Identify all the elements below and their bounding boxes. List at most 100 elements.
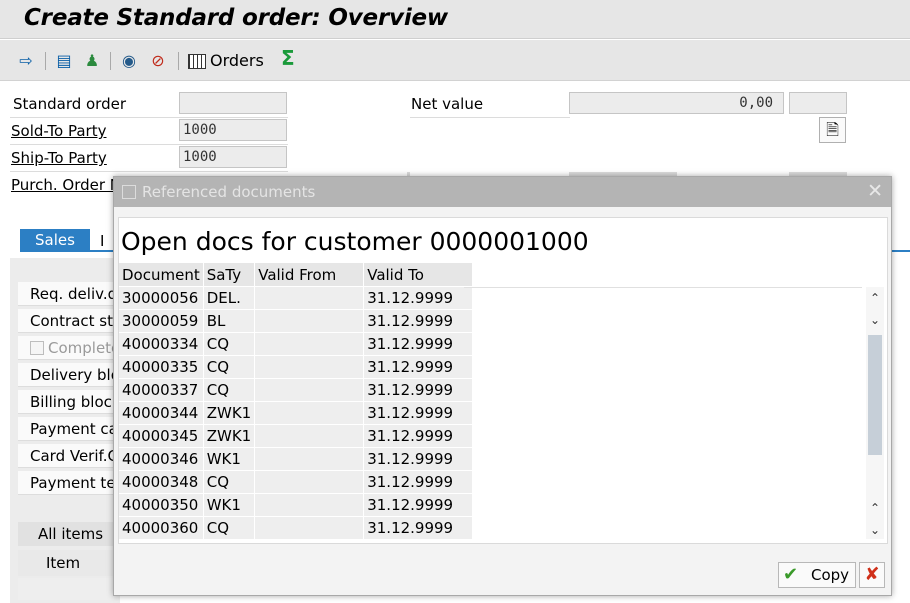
card-verif-code-label: Card Verif.C (18, 444, 114, 468)
cell-valid-to[interactable]: 31.12.9999 (363, 378, 474, 402)
complete-checkbox[interactable] (30, 341, 44, 355)
copy-document-icon[interactable]: ▤ (54, 51, 74, 71)
cell-saty[interactable]: CQ (203, 332, 256, 356)
cell-document[interactable]: 40000334 (119, 332, 204, 356)
tab-all-items[interactable]: All items (18, 522, 114, 546)
sold-to-party-label[interactable]: Sold-To Party (11, 122, 106, 140)
scroll-down-icon[interactable]: ⌄ (866, 311, 884, 329)
sum-icon[interactable]: Σ (281, 46, 295, 70)
orders-grid-icon (188, 54, 206, 69)
cell-document[interactable]: 40000345 (119, 424, 204, 448)
cell-valid-from[interactable] (254, 516, 365, 539)
cell-valid-to[interactable]: 31.12.9999 (363, 309, 474, 333)
cell-valid-to[interactable]: 31.12.9999 (363, 493, 474, 517)
column-header-saty[interactable]: SaTy (203, 263, 256, 287)
document-icon[interactable]: 🗎 (819, 117, 846, 143)
tab-next[interactable]: I (100, 232, 104, 250)
column-header-document[interactable]: Document (119, 263, 204, 287)
net-value-field[interactable]: 0,00 (569, 92, 784, 114)
scroll-up-icon[interactable]: ⌃ (866, 289, 884, 307)
vertical-scrollbar[interactable]: ⌃ ⌄ ⌃ ⌄ (866, 287, 884, 539)
toolbar-separator (110, 52, 111, 70)
binoculars-icon[interactable]: ◉ (119, 51, 139, 71)
table-row[interactable]: 40000360 CQ 31.12.9999 (119, 516, 474, 539)
copy-button-label: Copy (811, 566, 850, 584)
display-document-icon[interactable]: ⇨ (16, 51, 36, 71)
cell-valid-from[interactable] (254, 286, 365, 310)
cell-valid-to[interactable]: 31.12.9999 (363, 332, 474, 356)
table-row[interactable]: 40000348 CQ 31.12.9999 (119, 470, 474, 494)
cell-valid-from[interactable] (254, 447, 365, 471)
item-row[interactable] (18, 578, 114, 600)
orders-button[interactable]: Orders (186, 49, 264, 73)
cell-saty[interactable]: WK1 (203, 447, 256, 471)
person-icon[interactable]: ♟ (82, 51, 102, 71)
orders-button-label: Orders (210, 51, 264, 70)
cell-document[interactable]: 40000346 (119, 447, 204, 471)
cell-document[interactable]: 30000059 (119, 309, 204, 333)
page-down-icon[interactable]: ⌄ (866, 521, 884, 539)
table-row[interactable]: 40000345 ZWK1 31.12.9999 (119, 424, 474, 448)
cell-valid-from[interactable] (254, 378, 365, 402)
table-row[interactable]: 30000056 DEL. 31.12.9999 (119, 286, 474, 310)
table-row[interactable]: 40000337 CQ 31.12.9999 (119, 378, 474, 402)
cell-valid-to[interactable]: 31.12.9999 (363, 447, 474, 471)
cell-saty[interactable]: CQ (203, 516, 256, 539)
cell-saty[interactable]: BL (203, 309, 256, 333)
cell-document[interactable]: 40000350 (119, 493, 204, 517)
cell-document[interactable]: 40000335 (119, 355, 204, 379)
contract-status-label: Contract sta (18, 309, 114, 333)
cell-document[interactable]: 40000344 (119, 401, 204, 425)
cell-valid-from[interactable] (254, 332, 365, 356)
cell-saty[interactable]: DEL. (203, 286, 256, 310)
cancel-button[interactable]: ✘ (859, 562, 885, 588)
cell-valid-from[interactable] (254, 424, 365, 448)
cell-saty[interactable]: CQ (203, 355, 256, 379)
cell-valid-from[interactable] (254, 470, 365, 494)
cell-saty[interactable]: CQ (203, 470, 256, 494)
ship-to-party-label[interactable]: Ship-To Party (11, 149, 107, 167)
payment-terms-label: Payment ter (18, 471, 114, 495)
column-header-valid-from[interactable]: Valid From (254, 263, 365, 287)
table-row[interactable]: 40000344 ZWK1 31.12.9999 (119, 401, 474, 425)
complete-delivery-checkbox-row[interactable]: Complete (18, 336, 114, 360)
currency-field[interactable] (789, 92, 847, 114)
cell-saty[interactable]: ZWK1 (203, 401, 256, 425)
cell-valid-to[interactable]: 31.12.9999 (363, 470, 474, 494)
purch-order-label[interactable]: Purch. Order N (11, 176, 121, 194)
cell-saty[interactable]: CQ (203, 378, 256, 402)
dialog-heading: Open docs for customer 0000001000 (121, 227, 589, 256)
cell-valid-to[interactable]: 31.12.9999 (363, 401, 474, 425)
sold-to-party-field[interactable]: 1000 (179, 119, 287, 141)
tab-sales[interactable]: Sales (20, 229, 90, 251)
cell-valid-from[interactable] (254, 309, 365, 333)
cell-saty[interactable]: WK1 (203, 493, 256, 517)
cell-valid-to[interactable]: 31.12.9999 (363, 355, 474, 379)
column-header-valid-to[interactable]: Valid To (363, 263, 474, 287)
copy-button[interactable]: ✔ Copy (778, 562, 856, 588)
delete-search-icon[interactable]: ⊘ (148, 51, 168, 71)
row-divider (10, 171, 288, 172)
cell-document[interactable]: 30000056 (119, 286, 204, 310)
page-up-icon[interactable]: ⌃ (866, 499, 884, 517)
cell-document[interactable]: 40000348 (119, 470, 204, 494)
cell-valid-from[interactable] (254, 355, 365, 379)
cell-valid-to[interactable]: 31.12.9999 (363, 286, 474, 310)
cell-document[interactable]: 40000337 (119, 378, 204, 402)
cell-valid-to[interactable]: 31.12.9999 (363, 516, 474, 539)
ship-to-party-field[interactable]: 1000 (179, 146, 287, 168)
table-row[interactable]: 30000059 BL 31.12.9999 (119, 309, 474, 333)
close-icon[interactable]: ✕ (867, 180, 883, 202)
table-row[interactable]: 40000335 CQ 31.12.9999 (119, 355, 474, 379)
standard-order-field[interactable] (179, 92, 287, 114)
table-row[interactable]: 40000334 CQ 31.12.9999 (119, 332, 474, 356)
cell-valid-from[interactable] (254, 493, 365, 517)
cell-valid-from[interactable] (254, 401, 365, 425)
item-column-header[interactable]: Item (18, 550, 114, 576)
cell-valid-to[interactable]: 31.12.9999 (363, 424, 474, 448)
table-row[interactable]: 40000346 WK1 31.12.9999 (119, 447, 474, 471)
cell-document[interactable]: 40000360 (119, 516, 204, 539)
table-row[interactable]: 40000350 WK1 31.12.9999 (119, 493, 474, 517)
cell-saty[interactable]: ZWK1 (203, 424, 256, 448)
scrollbar-thumb[interactable] (868, 335, 882, 455)
